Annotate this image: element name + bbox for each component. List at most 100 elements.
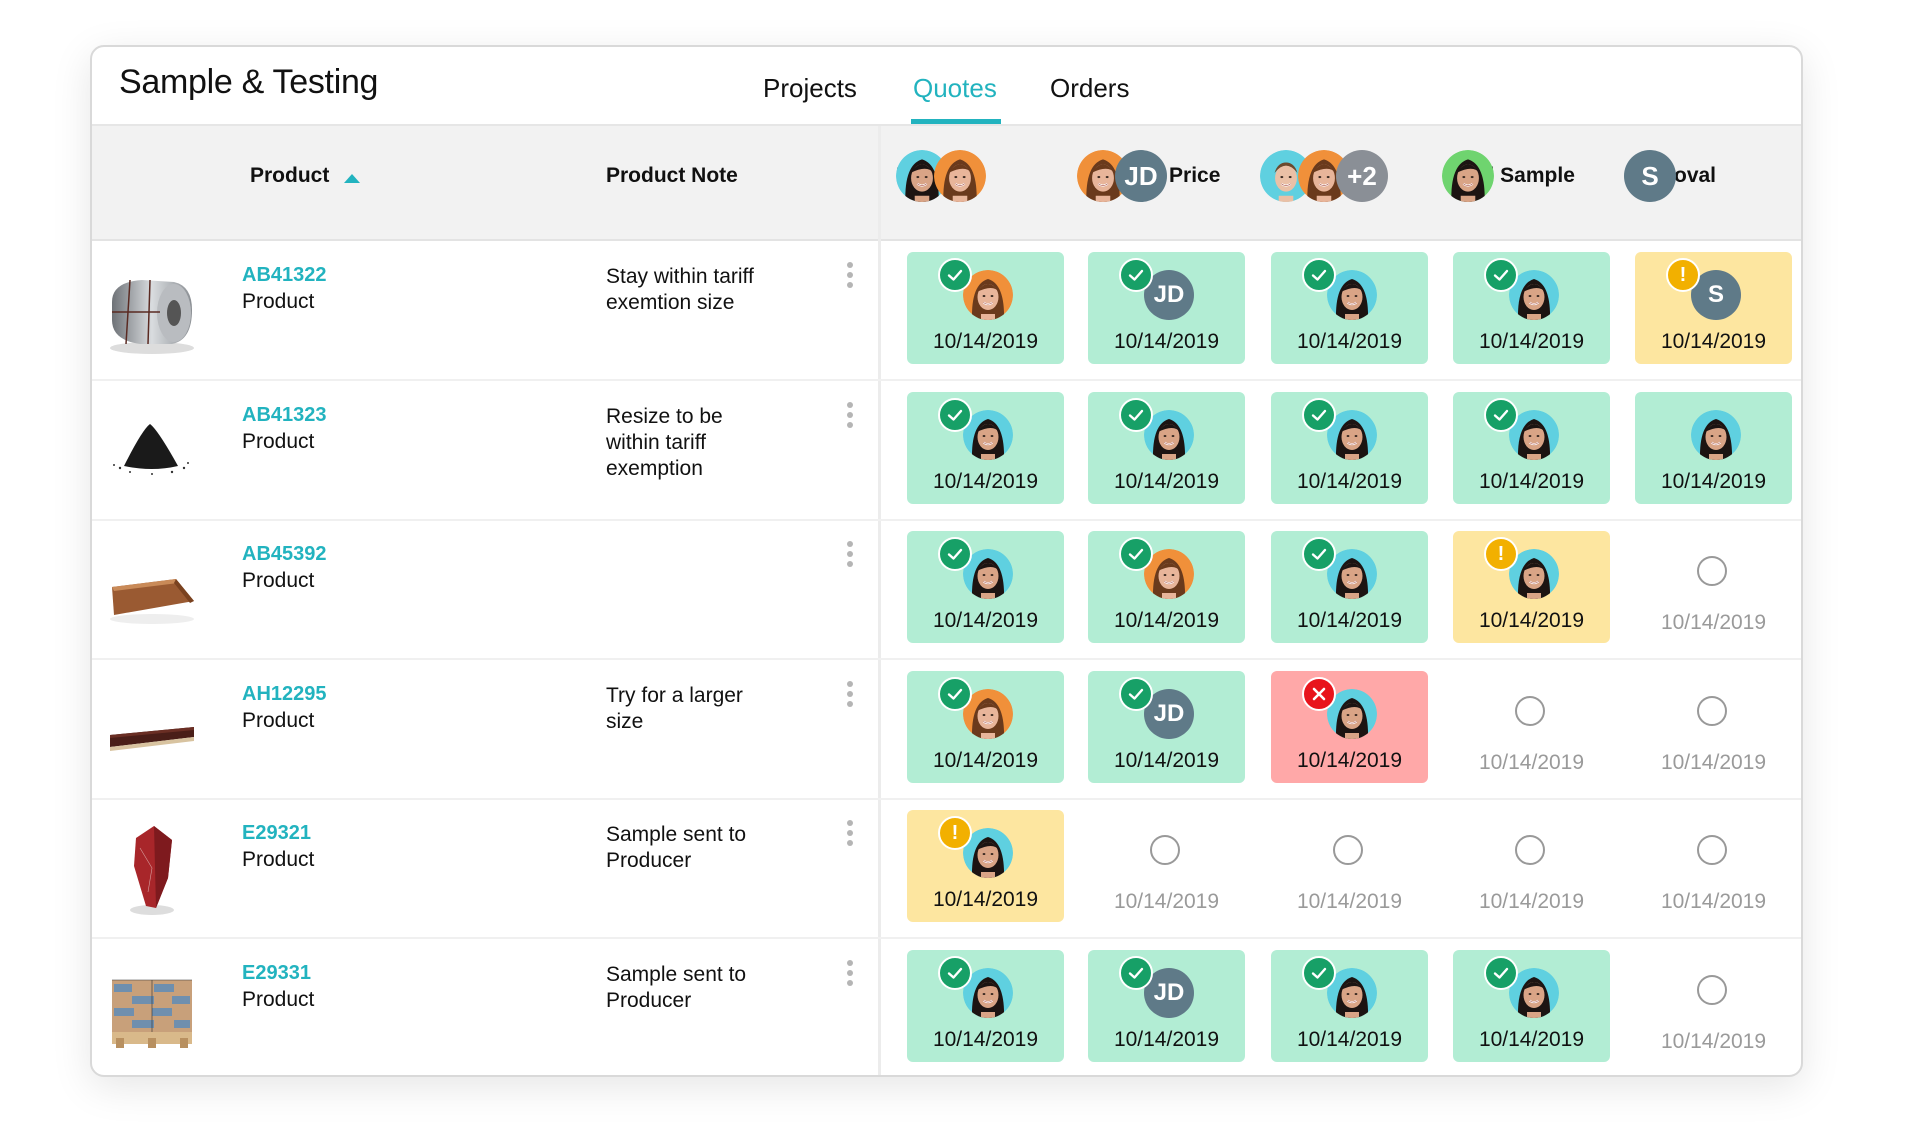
stage-date: 10/14/2019 [932, 748, 1039, 772]
stage-cell-tspecs[interactable]: 10/14/2019 [907, 391, 1064, 504]
more-assignees-badge[interactable]: +2 [1336, 150, 1388, 202]
stage-cell-approve-price[interactable]: JD 10/14/2019 [1088, 670, 1245, 783]
status-complete-badge [1119, 258, 1153, 292]
stage-date: 10/14/2019 [1113, 469, 1220, 493]
stage-cell-send-sample[interactable]: 10/14/2019 [1453, 252, 1610, 364]
stage-cell-tspecs[interactable]: 10/14/2019 [907, 531, 1064, 643]
table-row[interactable]: AB41323 Product Resize to be within tariff… [92, 380, 1801, 521]
stage-date: 10/14/2019 [1296, 1027, 1403, 1051]
stage-cell-tspecs[interactable]: 10/14/2019 [907, 949, 1064, 1062]
tab-projects[interactable]: Projects [763, 73, 857, 104]
stage-date: 10/14/2019 [1660, 330, 1767, 353]
sort-ascending-icon[interactable] [344, 174, 360, 183]
tab-orders[interactable]: Orders [1050, 73, 1129, 104]
unassigned-circle-icon[interactable] [1697, 974, 1727, 1005]
more-options-icon[interactable] [844, 401, 856, 432]
check-icon [1128, 688, 1144, 700]
table-row[interactable]: E29331 Product Sample sent to Producer 10/… [92, 938, 1801, 1076]
table-row[interactable]: AH12295 Product Try for a larger size 10/1… [92, 659, 1801, 800]
stage-cell-tspecs[interactable]: ! 10/14/2019 [907, 810, 1064, 922]
check-icon [1311, 548, 1327, 560]
product-note: Try for a larger size [606, 683, 743, 733]
status-complete-badge [1119, 676, 1153, 711]
stage-date: 10/14/2019 [1113, 330, 1220, 353]
more-options-icon[interactable] [844, 262, 856, 292]
product-sku-link[interactable]: AB41323 [242, 404, 327, 427]
stage-date: 10/14/2019 [1113, 1027, 1220, 1051]
stage-cell-certification[interactable]: 10/14/2019 [1271, 252, 1428, 364]
product-thumbnail-granule-pile [102, 400, 202, 500]
stage-cell-send-sample[interactable]: ! 10/14/2019 [1453, 531, 1610, 643]
stage-cell-approve-price[interactable]: JD 10/14/2019 [1088, 949, 1245, 1062]
product-sku-link[interactable]: AH12295 [242, 683, 327, 706]
tab-quotes[interactable]: Quotes [911, 73, 1001, 125]
stage-cell-approve-price[interactable]: 10/14/2019 [1088, 810, 1245, 922]
avatar[interactable] [1691, 409, 1741, 460]
status-complete-badge [938, 258, 972, 292]
sample-testing-panel: Sample & Testing Projects Quotes Orders … [90, 45, 1803, 1077]
stage-cell-send-sample[interactable]: 10/14/2019 [1453, 810, 1610, 922]
stage-cell-certification[interactable]: 10/14/2019 [1271, 810, 1428, 922]
avatar-initials[interactable]: S [1624, 150, 1676, 202]
kebab-dot [847, 959, 853, 966]
product-sku-link[interactable]: E29331 [242, 962, 311, 985]
stage-cell-tspecs[interactable]: 10/14/2019 [907, 252, 1064, 364]
unassigned-circle-icon[interactable] [1150, 835, 1180, 865]
stage-cell-tspecs[interactable]: 10/14/2019 [907, 670, 1064, 783]
stage-date: 10/14/2019 [1478, 750, 1585, 774]
check-icon [1128, 409, 1144, 421]
stage-date: 10/14/2019 [1296, 890, 1403, 913]
stage-cell-certification[interactable]: 10/14/2019 [1271, 670, 1428, 783]
unassigned-circle-icon[interactable] [1515, 835, 1545, 865]
stage-cell-approval[interactable]: 10/14/2019 [1635, 531, 1792, 643]
stage-date: 10/14/2019 [1478, 609, 1585, 632]
stage-cell-send-sample[interactable]: 10/14/2019 [1453, 671, 1610, 783]
kebab-dot [847, 561, 853, 567]
stage-cell-certification[interactable]: 10/14/2019 [1271, 949, 1428, 1062]
avatar-initials[interactable]: JD [1115, 150, 1167, 202]
stage-cell-approve-price[interactable]: 10/14/2019 [1088, 391, 1245, 504]
unassigned-circle-icon[interactable] [1515, 695, 1545, 726]
column-header-product[interactable]: Product [250, 164, 329, 188]
stage-cell-certification[interactable]: 10/14/2019 [1271, 531, 1428, 643]
warning-icon: ! [951, 821, 959, 844]
check-icon [947, 967, 963, 979]
kebab-dot [847, 820, 853, 826]
avatar-label: S [1707, 281, 1724, 308]
stage-cell-approval[interactable]: S! 10/14/2019 [1635, 252, 1792, 364]
status-rejected-badge [1302, 676, 1336, 711]
stage-cell-certification[interactable]: 10/14/2019 [1271, 391, 1428, 504]
product-sku-link[interactable]: AB45392 [242, 543, 327, 566]
avatar[interactable] [1442, 150, 1494, 202]
stage-cell-approval[interactable]: 10/14/2019 [1635, 391, 1792, 504]
table-row[interactable]: AB45392 Product 10/14/2019 10/14/2019 10/… [92, 519, 1801, 660]
product-sku-link[interactable]: AB41322 [242, 264, 327, 287]
check-icon [1128, 967, 1144, 979]
unassigned-circle-icon[interactable] [1333, 835, 1363, 865]
stage-cell-send-sample[interactable]: 10/14/2019 [1453, 391, 1610, 504]
more-options-icon[interactable] [844, 680, 856, 711]
more-options-icon[interactable] [844, 541, 856, 571]
product-thumbnail-metal-bar [102, 679, 202, 779]
product-sku-link[interactable]: E29321 [242, 822, 311, 845]
product-note: Stay within tariff exemtion size [606, 265, 754, 314]
product-note: Sample sent to Producer [606, 962, 747, 1012]
avatar[interactable] [934, 150, 986, 202]
table-row[interactable]: AB41322 Product Stay within tariff exemtio… [92, 240, 1801, 381]
stage-date: 10/14/2019 [1478, 1027, 1585, 1051]
table-row[interactable]: E29321 Product Sample sent to Producer ! 10… [92, 798, 1801, 939]
more-options-icon[interactable] [844, 820, 856, 850]
stage-cell-approval[interactable]: 10/14/2019 [1635, 810, 1792, 922]
stage-date: 10/14/2019 [1296, 748, 1403, 772]
unassigned-circle-icon[interactable] [1697, 695, 1727, 726]
unassigned-circle-icon[interactable] [1697, 556, 1727, 586]
stage-cell-approve-price[interactable]: 10/14/2019 [1088, 531, 1245, 643]
status-complete-badge [1302, 258, 1336, 292]
column-header-product-note: Product Note [606, 164, 738, 188]
stage-cell-approval[interactable]: 10/14/2019 [1635, 950, 1792, 1062]
stage-cell-send-sample[interactable]: 10/14/2019 [1453, 949, 1610, 1062]
stage-cell-approval[interactable]: 10/14/2019 [1635, 671, 1792, 783]
more-options-icon[interactable] [844, 959, 856, 990]
stage-cell-approve-price[interactable]: JD 10/14/2019 [1088, 252, 1245, 364]
unassigned-circle-icon[interactable] [1697, 835, 1727, 865]
